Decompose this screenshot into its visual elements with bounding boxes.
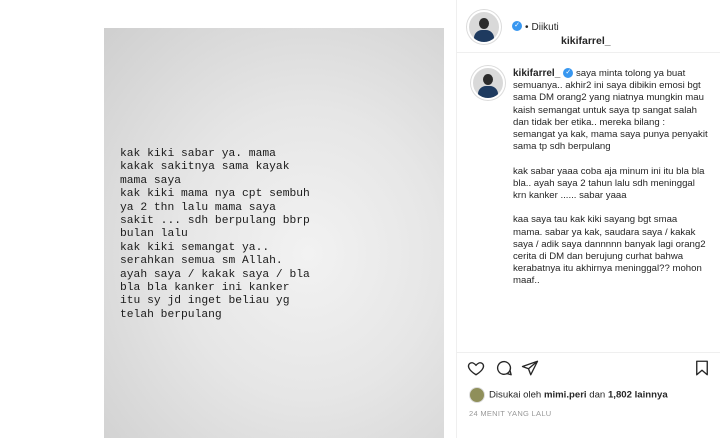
story-screenshot-image: kak kiki sabar ya. mama kakak sakitnya s… [104,28,444,438]
post-sidebar: kikifarrel_ ✓ • Diikuti kikifarrel_ ✓ saya m… [456,0,720,438]
verified-icon: ✓ [512,20,522,31]
caption-username[interactable]: kikifarrel_ [513,68,560,79]
likes-summary: Disukai oleh mimi.peri dan 1,802 lainnya [469,387,668,405]
verified-icon: ✓ [563,68,574,79]
caption: kikifarrel_ ✓ saya minta tolong ya buat s… [513,68,709,288]
post-header: kikifarrel_ ✓ • Diikuti [457,0,720,53]
likes-prefix: Disukai oleh [489,389,542,401]
header-line: kikifarrel_ ✓ • Diikuti [509,17,611,47]
header-username[interactable]: kikifarrel_ [561,35,611,47]
instagram-post: kak kiki sabar ya. mama kakak sakitnya s… [0,0,720,438]
comment-icon[interactable] [495,359,513,377]
caption-text: saya minta tolong ya buat semuanya.. akh… [513,68,708,287]
follow-status[interactable]: Diikuti [532,22,559,33]
profile-avatar[interactable] [467,10,501,44]
share-icon[interactable] [521,359,539,377]
separator-dot: • [525,22,529,33]
comments-area[interactable]: kikifarrel_ ✓ saya minta tolong ya buat s… [457,60,720,350]
likes-connector: dan [589,389,606,401]
caption-avatar[interactable] [471,66,505,100]
post-timestamp[interactable]: 24 MENIT YANG LALU [469,409,552,418]
story-text: kak kiki sabar ya. mama kakak sakitnya s… [120,148,310,321]
liker-username[interactable]: mimi.peri [544,390,587,401]
heart-icon[interactable] [467,359,485,377]
action-bar [457,352,720,381]
bookmark-icon[interactable] [693,359,711,377]
liker-avatar[interactable] [469,387,485,403]
likes-count[interactable]: 1,802 lainnya [608,390,668,401]
